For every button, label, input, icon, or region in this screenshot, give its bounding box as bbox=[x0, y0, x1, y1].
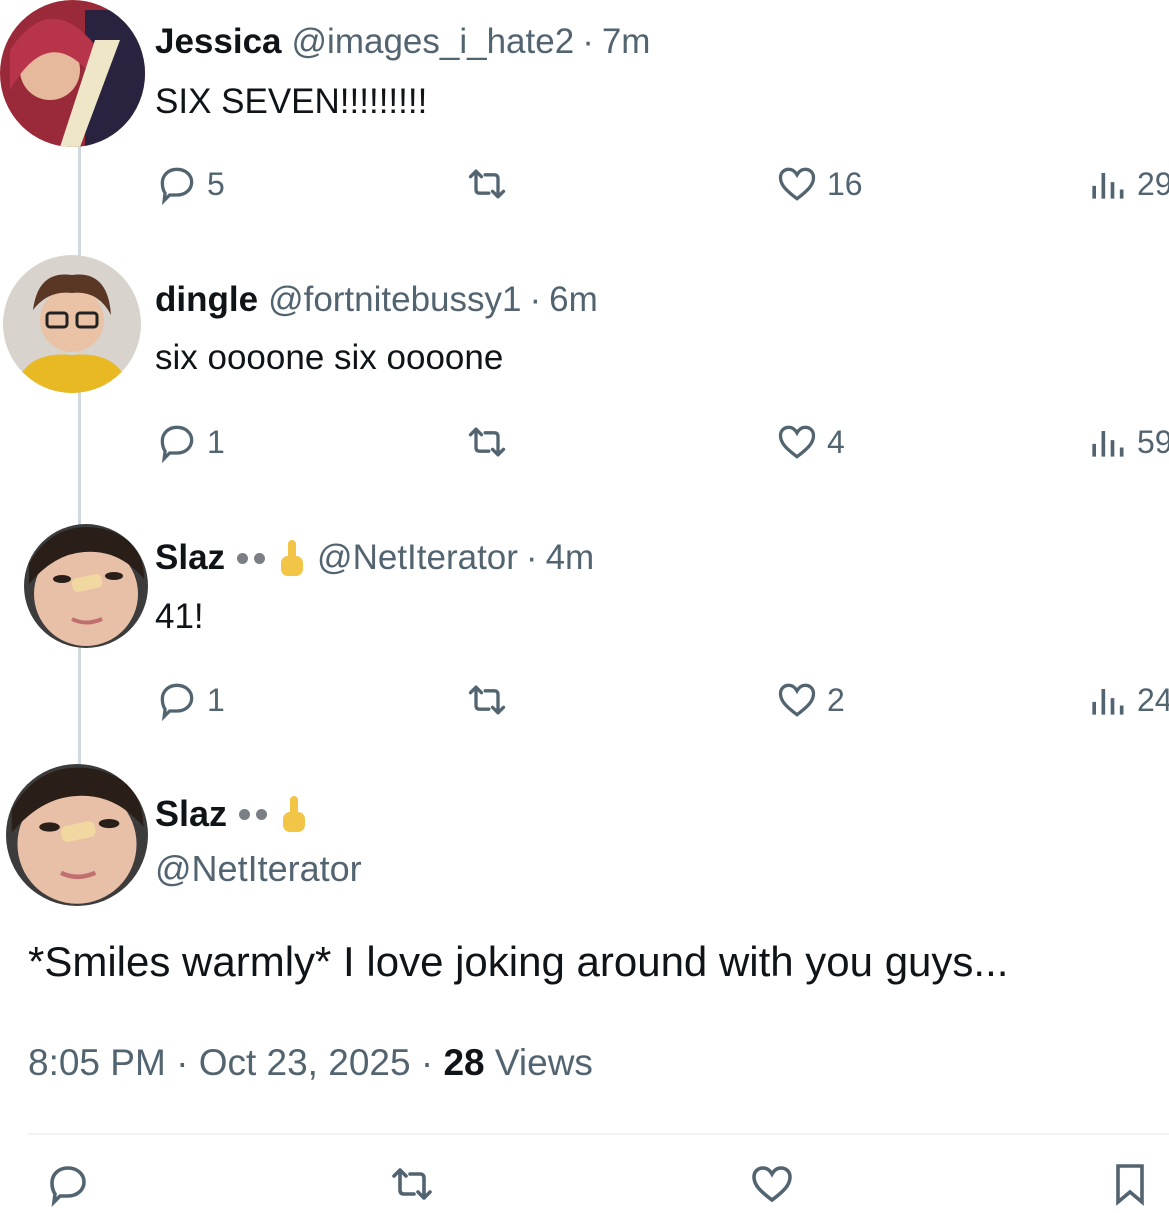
bookmark-icon bbox=[1116, 1164, 1144, 1206]
views-chart-icon bbox=[1092, 431, 1124, 457]
reply-icon bbox=[50, 1166, 86, 1207]
avatar-slaz[interactable] bbox=[24, 524, 148, 648]
avatar-slaz-main[interactable] bbox=[6, 764, 148, 906]
views-button[interactable]: 24 bbox=[1085, 678, 1169, 722]
views-button[interactable]: 29 bbox=[1085, 162, 1169, 206]
author-name[interactable]: Jessica bbox=[155, 22, 282, 62]
like-count: 4 bbox=[827, 423, 845, 460]
views-button[interactable]: 59 bbox=[1085, 420, 1169, 464]
reply-icon bbox=[160, 167, 194, 206]
reply-count: 5 bbox=[207, 165, 225, 202]
views-label: Views bbox=[494, 1042, 593, 1083]
like-button[interactable]: 2 bbox=[775, 678, 845, 722]
views-chart-icon bbox=[1092, 689, 1124, 715]
retweet-icon bbox=[468, 169, 506, 199]
separator-dot: · bbox=[525, 538, 538, 577]
tweet-time[interactable]: 8:05 PM bbox=[28, 1042, 166, 1083]
tweet-2-actions: 1 4 59 bbox=[155, 420, 1169, 470]
views-chart-icon bbox=[1092, 173, 1124, 199]
separator-dot: · bbox=[420, 1042, 434, 1083]
reply-button[interactable]: 5 bbox=[155, 162, 225, 206]
tweet-text: SIX SEVEN!!!!!!!!! bbox=[155, 82, 428, 121]
tweet-1-actions: 5 16 29 bbox=[155, 162, 1169, 212]
tweet-3-header: Slaz @NetIterator · 4m bbox=[155, 538, 594, 578]
like-button[interactable]: 4 bbox=[775, 420, 845, 464]
eyes-emoji-icon bbox=[237, 552, 266, 564]
tweet-2-header: dingle @fortnitebussy1 · 6m bbox=[155, 280, 598, 320]
tweet-time[interactable]: 6m bbox=[549, 280, 598, 320]
thread-line bbox=[78, 140, 81, 780]
tweet-meta: 8:05 PM · Oct 23, 2025 · 28 Views bbox=[28, 1042, 593, 1084]
like-button[interactable]: 16 bbox=[775, 162, 863, 206]
like-count: 16 bbox=[827, 165, 863, 202]
like-count: 2 bbox=[827, 681, 845, 718]
retweet-icon bbox=[468, 685, 506, 715]
retweet-icon bbox=[468, 427, 506, 457]
pointing-finger-emoji-icon bbox=[277, 538, 307, 578]
tweet-time[interactable]: 4m bbox=[546, 538, 595, 578]
tweet-1-header: Jessica @images_i_hate2 · 7m bbox=[155, 22, 650, 62]
separator-dot: · bbox=[529, 280, 542, 319]
reply-count: 1 bbox=[207, 423, 225, 460]
author-handle[interactable]: @images_i_hate2 bbox=[292, 22, 575, 62]
reply-button[interactable]: 1 bbox=[155, 420, 225, 464]
retweet-button[interactable] bbox=[465, 162, 509, 206]
heart-icon bbox=[778, 425, 816, 459]
author-name[interactable]: Slaz bbox=[155, 793, 227, 835]
main-tweet-text: *Smiles warmly* I love joking around wit… bbox=[28, 938, 1009, 985]
divider bbox=[28, 1133, 1169, 1135]
main-author-handle[interactable]: @NetIterator bbox=[155, 848, 362, 890]
heart-icon bbox=[752, 1166, 792, 1203]
avatar-jessica[interactable] bbox=[0, 0, 145, 147]
views-count: 29 bbox=[1137, 165, 1169, 202]
reply-count: 1 bbox=[207, 681, 225, 718]
views-count: 28 bbox=[443, 1042, 485, 1083]
reply-button[interactable] bbox=[44, 1160, 92, 1213]
separator-dot: · bbox=[176, 1042, 189, 1083]
tweet-text: six oooone six oooone bbox=[155, 338, 504, 377]
retweet-button[interactable] bbox=[465, 420, 509, 464]
tweet-time[interactable]: 7m bbox=[602, 22, 651, 62]
eyes-emoji-icon bbox=[239, 808, 268, 820]
author-handle[interactable]: @NetIterator bbox=[317, 538, 518, 578]
retweet-button[interactable] bbox=[388, 1160, 436, 1213]
reply-icon bbox=[160, 683, 194, 722]
reply-icon bbox=[160, 425, 194, 464]
bookmark-button[interactable] bbox=[1106, 1160, 1154, 1213]
views-count: 24 bbox=[1137, 681, 1169, 718]
avatar-dingle[interactable] bbox=[3, 255, 141, 393]
main-author-name-row: Slaz bbox=[155, 793, 309, 835]
views-count: 59 bbox=[1137, 423, 1169, 460]
tweet-text: 41! bbox=[155, 597, 204, 636]
retweet-icon bbox=[392, 1168, 432, 1200]
tweet-3-actions: 1 2 24 bbox=[155, 678, 1169, 728]
heart-icon bbox=[778, 167, 816, 201]
reply-button[interactable]: 1 bbox=[155, 678, 225, 722]
heart-icon bbox=[778, 683, 816, 717]
like-button[interactable] bbox=[748, 1160, 796, 1213]
author-handle[interactable]: @fortnitebussy1 bbox=[268, 280, 521, 320]
retweet-button[interactable] bbox=[465, 678, 509, 722]
author-name[interactable]: Slaz bbox=[155, 538, 225, 578]
author-name[interactable]: dingle bbox=[155, 280, 258, 320]
tweet-date[interactable]: Oct 23, 2025 bbox=[199, 1042, 411, 1083]
pointing-finger-emoji-icon bbox=[279, 794, 309, 834]
separator-dot: · bbox=[582, 22, 594, 61]
